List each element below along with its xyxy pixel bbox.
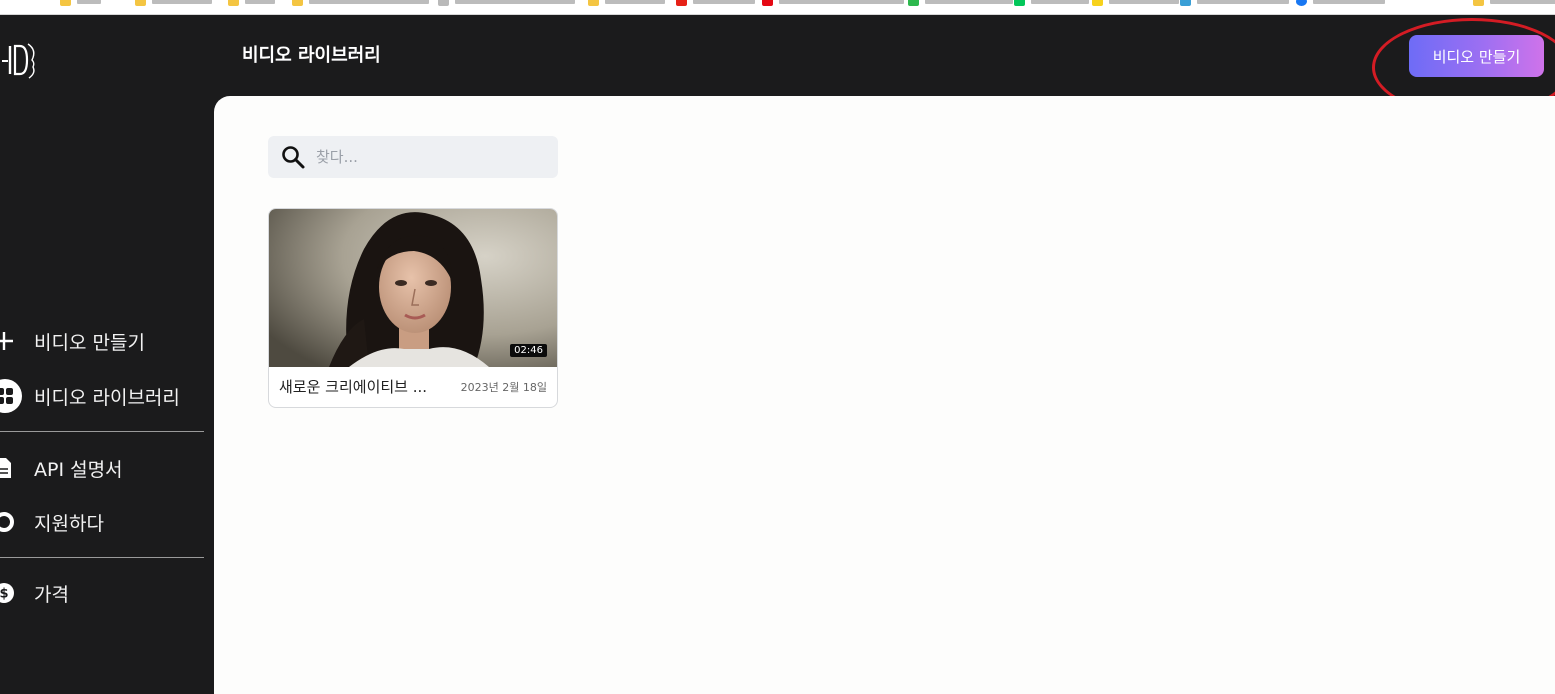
sidebar-item-label: 지원하다 [34, 512, 104, 535]
bookmarks-bar [0, 0, 1555, 15]
video-date: 2023년 2월 18일 [460, 381, 547, 394]
sidebar-item-video-library[interactable]: 비디오 라이브러리 [0, 379, 180, 413]
search-bar[interactable] [268, 136, 558, 178]
bookmark-item[interactable] [292, 0, 429, 8]
bookmark-item[interactable] [1180, 0, 1289, 8]
sidebar-item-label: API 설명서 [34, 458, 123, 481]
bookmark-item[interactable] [1473, 0, 1555, 8]
sidebar-item-pricing[interactable]: $ 가격 [0, 576, 69, 610]
lifebuoy-icon [0, 510, 16, 534]
page-title: 비디오 라이브러리 [242, 45, 381, 66]
plus-icon [0, 329, 16, 353]
svg-text:$: $ [0, 587, 9, 602]
bookmark-item[interactable] [135, 0, 212, 8]
bookmark-item[interactable] [1296, 0, 1385, 8]
sidebar-divider [0, 431, 204, 432]
bookmark-item[interactable] [1092, 0, 1179, 8]
bookmark-item[interactable] [908, 0, 1013, 8]
video-thumbnail[interactable]: 02:46 [269, 209, 557, 367]
search-icon [280, 144, 306, 170]
document-icon [0, 456, 16, 480]
sidebar-item-label: 가격 [34, 583, 69, 606]
bookmark-item[interactable] [588, 0, 665, 8]
bookmark-item[interactable] [1014, 0, 1089, 8]
bookmark-item[interactable] [438, 0, 575, 8]
dollar-icon: $ [0, 581, 16, 605]
grid-icon [0, 379, 22, 413]
search-input[interactable] [316, 148, 536, 166]
bookmark-item[interactable] [60, 0, 101, 8]
video-duration: 02:46 [510, 344, 547, 357]
bookmark-item[interactable] [228, 0, 275, 8]
sidebar: 비디오 만들기 비디오 라이브러리 API 설명서 지원하다 $ 가격 [0, 15, 214, 694]
sidebar-divider [0, 557, 204, 558]
sidebar-item-api-docs[interactable]: API 설명서 [0, 451, 123, 485]
video-card[interactable]: 02:46 새로운 크리에이티브 ... 2023년 2월 18일 [268, 208, 558, 408]
create-video-button[interactable]: 비디오 만들기 [1409, 35, 1544, 77]
bookmark-item[interactable] [676, 0, 755, 8]
sidebar-item-label: 비디오 만들기 [34, 331, 145, 354]
main-panel: 02:46 새로운 크리에이티브 ... 2023년 2월 18일 [214, 96, 1555, 694]
sidebar-item-create-video[interactable]: 비디오 만들기 [0, 324, 145, 358]
sidebar-item-label: 비디오 라이브러리 [34, 386, 180, 409]
bookmark-item[interactable] [762, 0, 904, 8]
sidebar-item-support[interactable]: 지원하다 [0, 505, 104, 539]
video-title[interactable]: 새로운 크리에이티브 ... [279, 376, 451, 397]
